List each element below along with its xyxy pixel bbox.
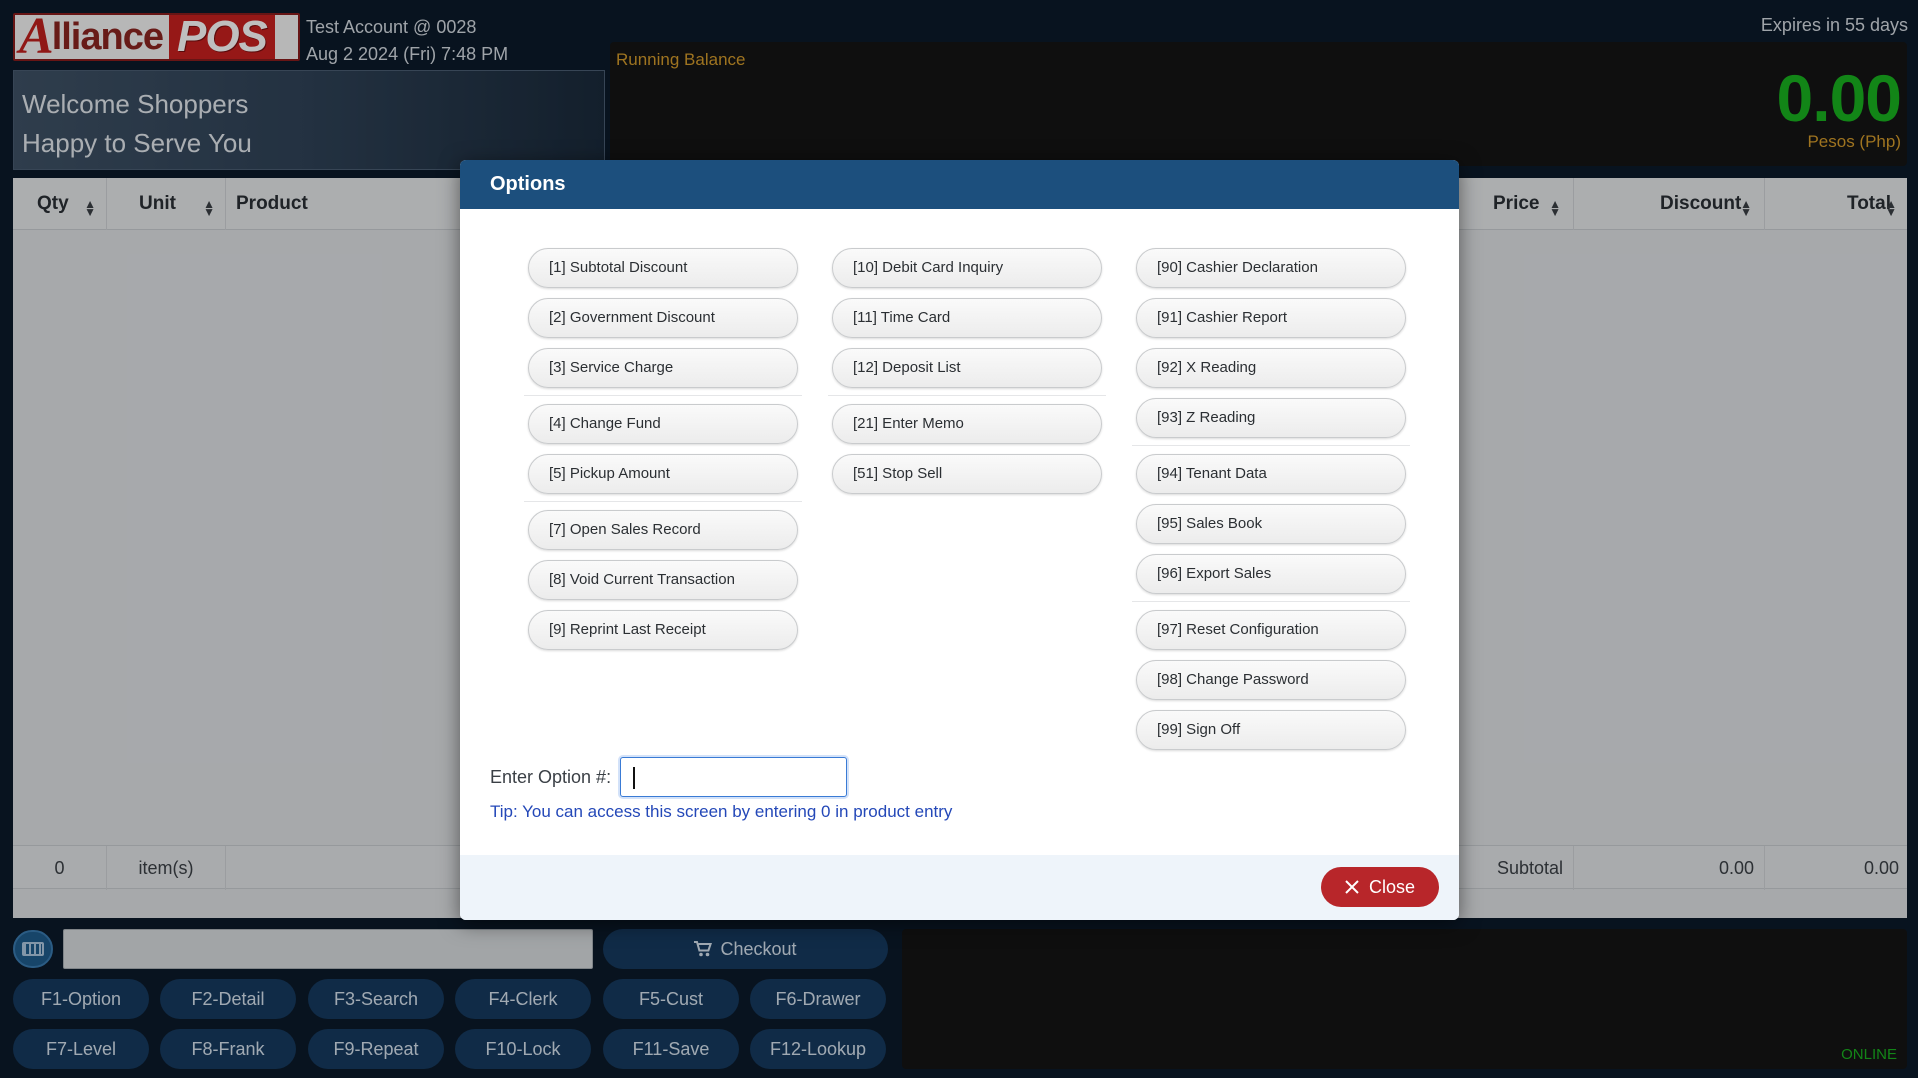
tip-text: Tip: You can access this screen by enter…	[490, 802, 953, 821]
option-z-reading[interactable]: [93] Z Reading	[1136, 398, 1406, 438]
option-reprint-last-receipt[interactable]: [9] Reprint Last Receipt	[528, 610, 798, 650]
option-change-fund[interactable]: [4] Change Fund	[528, 404, 798, 444]
option-divider	[828, 395, 1106, 396]
option-sign-off[interactable]: [99] Sign Off	[1136, 710, 1406, 750]
option-enter-memo[interactable]: [21] Enter Memo	[832, 404, 1102, 444]
option-void-current-transaction[interactable]: [8] Void Current Transaction	[528, 560, 798, 600]
dialog-body: [1] Subtotal Discount [2] Government Dis…	[460, 209, 1459, 854]
option-change-password[interactable]: [98] Change Password	[1136, 660, 1406, 700]
option-debit-card-inquiry[interactable]: [10] Debit Card Inquiry	[832, 248, 1102, 288]
option-time-card[interactable]: [11] Time Card	[832, 298, 1102, 338]
option-number-input[interactable]	[620, 757, 847, 797]
enter-option-label: Enter Option #:	[490, 767, 612, 787]
option-sales-book[interactable]: [95] Sales Book	[1136, 504, 1406, 544]
close-icon	[1345, 880, 1359, 894]
option-government-discount[interactable]: [2] Government Discount	[528, 298, 798, 338]
option-stop-sell[interactable]: [51] Stop Sell	[832, 454, 1102, 494]
option-reset-configuration[interactable]: [97] Reset Configuration	[1136, 610, 1406, 650]
option-divider	[524, 501, 802, 502]
option-divider	[1132, 445, 1410, 446]
option-tenant-data[interactable]: [94] Tenant Data	[1136, 454, 1406, 494]
options-dialog: Options [1] Subtotal Discount [2] Govern…	[460, 160, 1459, 920]
option-cashier-declaration[interactable]: [90] Cashier Declaration	[1136, 248, 1406, 288]
option-divider	[1132, 601, 1410, 602]
option-subtotal-discount[interactable]: [1] Subtotal Discount	[528, 248, 798, 288]
dialog-title: Options	[460, 160, 1459, 209]
option-deposit-list[interactable]: [12] Deposit List	[832, 348, 1102, 388]
option-export-sales[interactable]: [96] Export Sales	[1136, 554, 1406, 594]
option-cashier-report[interactable]: [91] Cashier Report	[1136, 298, 1406, 338]
option-x-reading[interactable]: [92] X Reading	[1136, 348, 1406, 388]
close-button[interactable]: Close	[1321, 867, 1439, 907]
option-service-charge[interactable]: [3] Service Charge	[528, 348, 798, 388]
option-pickup-amount[interactable]: [5] Pickup Amount	[528, 454, 798, 494]
option-divider	[524, 395, 802, 396]
option-open-sales-record[interactable]: [7] Open Sales Record	[528, 510, 798, 550]
dialog-footer: Close	[460, 855, 1459, 920]
text-caret	[633, 767, 635, 789]
